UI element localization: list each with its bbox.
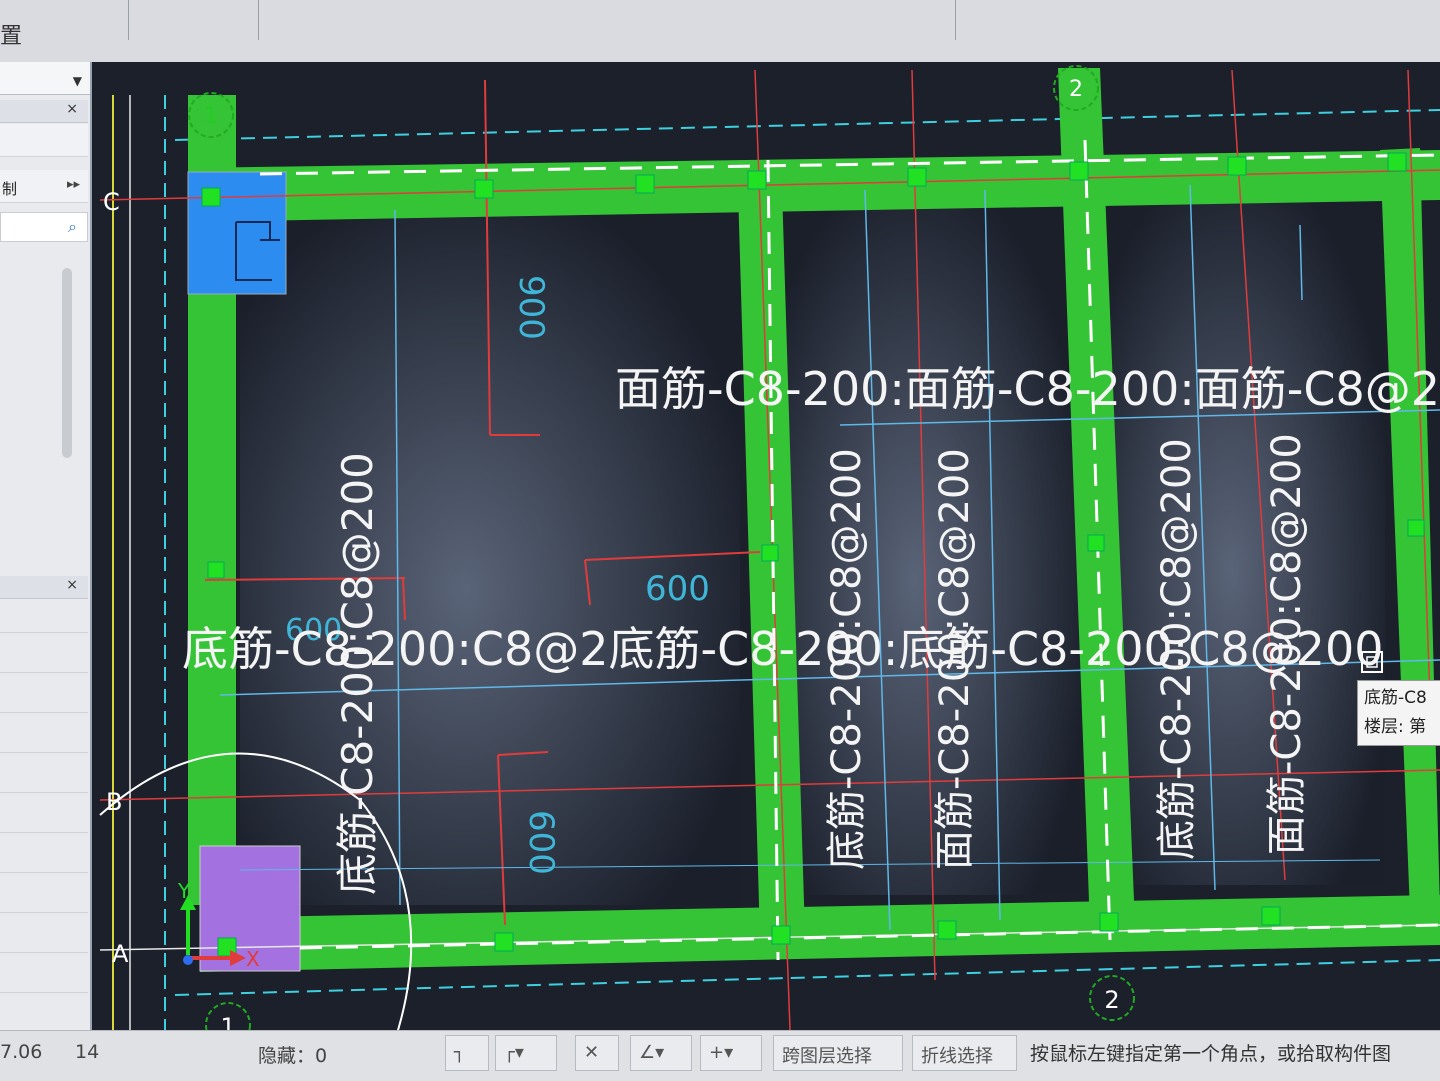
hover-tooltip: 底筋-C8 楼层: 第 [1357, 680, 1440, 746]
axis-label-row-c: C [103, 188, 120, 216]
left-sidebar: ▼ × 制 ▸▸ ⌕ × [0, 62, 92, 1062]
dim-600: 600 [645, 569, 710, 609]
tooltip-line-2: 楼层: 第 [1364, 717, 1427, 737]
rebar-label-vertical: 面筋-C8-200:C8@200 [932, 448, 978, 870]
close-icon[interactable]: × [66, 101, 78, 117]
axis-label-col2-bottom: 2 [1104, 986, 1119, 1014]
ribbon-divider [258, 0, 259, 40]
dimension-icon[interactable]: +▾ [700, 1035, 762, 1071]
ucs-y-label: Y [177, 879, 191, 903]
panel-header-2: × [0, 576, 88, 599]
axis-label-col1-top: 1 [204, 104, 218, 129]
ribbon-divider [955, 0, 956, 40]
window-title-fragment: 置 [0, 24, 23, 49]
ribbon-divider [128, 0, 129, 40]
panel-row-draw[interactable]: 制 ▸▸ [0, 170, 88, 203]
search-input[interactable]: ⌕ [0, 212, 88, 242]
ucs-x-label: X [246, 947, 260, 971]
close-icon[interactable]: × [66, 577, 78, 593]
angle-icon[interactable]: ∠▾ [630, 1035, 692, 1071]
slab-region [240, 205, 740, 905]
rebar-label-vertical: 底筋-C8-200:C8@200 [333, 452, 382, 895]
panel-row-label: 制 [2, 180, 18, 198]
rebar-label-vertical: 底筋-C8-200:C8@200 [824, 448, 870, 870]
tooltip-line-1: 底筋-C8 [1364, 688, 1427, 708]
ribbon-bar: 置 [0, 0, 1440, 63]
status-bar: 7.06 14 隐藏：0 ┐ ┌▾ ✕ ∠▾ +▾ 跨图层选择 折线选择 按鼠标… [0, 1030, 1440, 1081]
snap-cross-icon[interactable]: ✕ [575, 1035, 619, 1071]
coord-x: 7.06 [0, 1041, 43, 1063]
object-snap-icon[interactable]: ┌▾ [495, 1035, 557, 1071]
dim-900: 900 [511, 275, 551, 340]
cad-drawing: 1 2 1 2 C B A Y X 900 600 600 600 面筋-C8-… [92, 62, 1440, 1052]
panel-header: × [0, 100, 88, 123]
hidden-count: 隐藏：0 [258, 1045, 328, 1067]
ortho-toggle-icon[interactable]: ┐ [445, 1035, 489, 1071]
dim-600: 600 [521, 810, 561, 875]
search-icon[interactable]: ⌕ [68, 217, 77, 237]
rebar-label-vertical: 底筋-C8-200:C8@200 [1154, 438, 1200, 860]
slab-region [1105, 185, 1385, 885]
drawing-canvas[interactable]: 1 2 1 2 C B A Y X 900 600 600 600 面筋-C8-… [92, 62, 1440, 1052]
rebar-label-vertical: 面筋-C8-200:C8@200 [1264, 433, 1310, 855]
axis-label-row-a: A [112, 940, 129, 968]
chevron-down-icon[interactable]: ▼ [73, 74, 82, 88]
expand-icon[interactable]: ▸▸ [67, 177, 80, 192]
scrollbar[interactable] [62, 268, 72, 458]
coord-y: 14 [75, 1041, 100, 1063]
command-prompt: 按鼠标左键指定第一个角点，或拾取构件图 [1030, 1043, 1392, 1065]
rebar-label-top-row: 面筋-C8-200:面筋-C8-200:面筋-C8@200 [615, 362, 1440, 416]
axis-label-row-b: B [106, 788, 122, 816]
polyline-select-button[interactable]: 折线选择 [912, 1035, 1017, 1071]
axis-label-col2-top: 2 [1069, 77, 1083, 102]
floor-dropdown[interactable]: ▼ [0, 62, 90, 95]
cross-layer-select-button[interactable]: 跨图层选择 [773, 1035, 903, 1071]
panel-row[interactable] [0, 124, 88, 157]
